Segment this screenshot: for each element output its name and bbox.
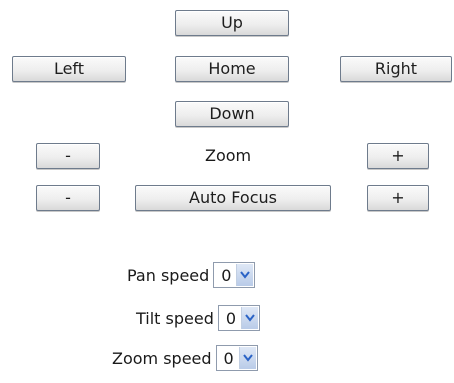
- tilt-speed-row: Tilt speed 0: [136, 305, 260, 331]
- pan-speed-select[interactable]: 0: [213, 262, 256, 288]
- tilt-speed-select[interactable]: 0: [217, 305, 260, 331]
- pan-speed-label: Pan speed: [127, 265, 210, 285]
- zoom-speed-select[interactable]: 0: [215, 345, 258, 371]
- auto-focus-button[interactable]: Auto Focus: [135, 185, 331, 211]
- right-button[interactable]: Right: [340, 56, 452, 82]
- zoom-speed-value: 0: [223, 348, 234, 368]
- zoom-out-button[interactable]: -: [36, 143, 100, 169]
- up-button[interactable]: Up: [175, 10, 289, 36]
- left-button[interactable]: Left: [12, 56, 126, 82]
- zoom-label: Zoom: [205, 146, 252, 165]
- chevron-down-icon[interactable]: [236, 264, 254, 286]
- home-button[interactable]: Home: [175, 56, 289, 82]
- zoom-speed-label: Zoom speed: [112, 348, 212, 368]
- pan-speed-row: Pan speed 0: [127, 262, 256, 288]
- tilt-speed-value: 0: [225, 308, 237, 328]
- down-button[interactable]: Down: [175, 101, 289, 127]
- focus-near-button[interactable]: -: [36, 185, 100, 211]
- chevron-down-icon[interactable]: [240, 307, 258, 329]
- tilt-speed-label: Tilt speed: [136, 308, 214, 328]
- focus-far-button[interactable]: +: [367, 185, 429, 211]
- pan-speed-value: 0: [221, 265, 232, 285]
- zoom-in-button[interactable]: +: [367, 143, 429, 169]
- chevron-down-icon[interactable]: [238, 347, 256, 369]
- zoom-speed-row: Zoom speed 0: [112, 345, 258, 371]
